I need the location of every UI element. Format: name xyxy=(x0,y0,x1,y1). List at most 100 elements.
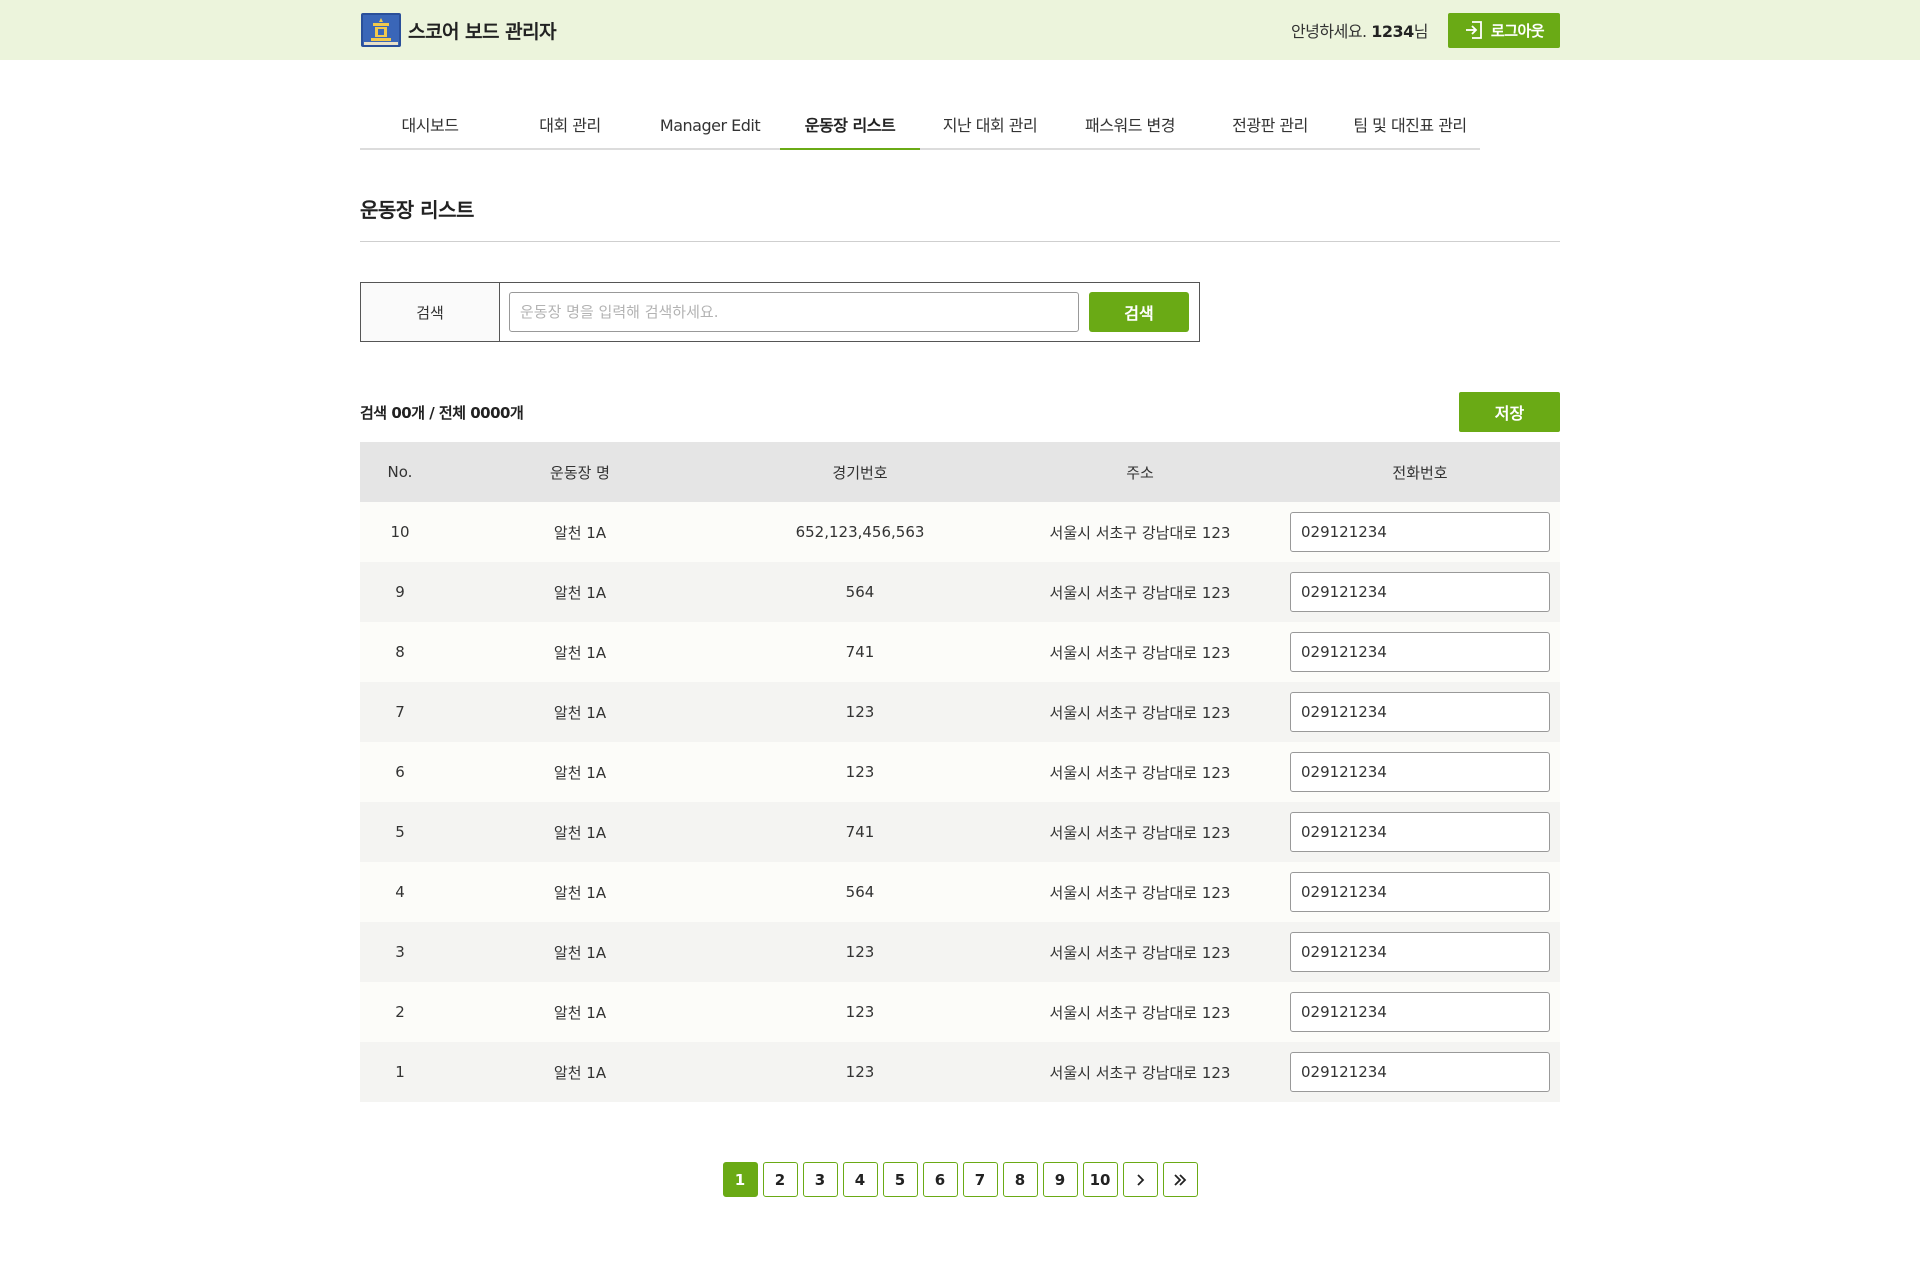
next-page-button[interactable] xyxy=(1122,1162,1158,1197)
cell-phone xyxy=(1280,922,1560,982)
cell-stadium-name: 알천 1A xyxy=(440,622,720,682)
phone-input[interactable] xyxy=(1290,512,1550,552)
cell-game-number: 123 xyxy=(720,1042,1000,1102)
phone-input[interactable] xyxy=(1290,872,1550,912)
table-row: 4 알천 1A 564 서울시 서초구 강남대로 123 xyxy=(360,862,1560,922)
table-row: 7 알천 1A 123 서울시 서초구 강남대로 123 xyxy=(360,682,1560,742)
page-button-4[interactable]: 4 xyxy=(842,1162,878,1197)
phone-input[interactable] xyxy=(1290,692,1550,732)
cell-address: 서울시 서초구 강남대로 123 xyxy=(1000,622,1280,682)
cell-stadium-name: 알천 1A xyxy=(440,682,720,742)
cell-address: 서울시 서초구 강남대로 123 xyxy=(1000,562,1280,622)
phone-input[interactable] xyxy=(1290,992,1550,1032)
cell-game-number: 652,123,456,563 xyxy=(720,502,1000,562)
cell-address: 서울시 서초구 강남대로 123 xyxy=(1000,1042,1280,1102)
cell-stadium-name: 알천 1A xyxy=(440,742,720,802)
chevron-right-icon xyxy=(1133,1173,1147,1187)
brand[interactable]: 스코어 보드 관리자 xyxy=(360,11,557,49)
table-row: 9 알천 1A 564 서울시 서초구 강남대로 123 xyxy=(360,562,1560,622)
tab-stadium-list[interactable]: 운동장 리스트 xyxy=(780,112,920,150)
cell-stadium-name: 알천 1A xyxy=(440,562,720,622)
cell-no: 10 xyxy=(360,502,440,562)
cell-game-number: 123 xyxy=(720,742,1000,802)
cell-address: 서울시 서초구 강남대로 123 xyxy=(1000,682,1280,742)
pagination: 1 2 3 4 5 6 7 8 9 10 xyxy=(360,1162,1560,1197)
page-button-7[interactable]: 7 xyxy=(962,1162,998,1197)
cell-phone xyxy=(1280,742,1560,802)
phone-input[interactable] xyxy=(1290,632,1550,672)
cell-address: 서울시 서초구 강남대로 123 xyxy=(1000,862,1280,922)
page-button-8[interactable]: 8 xyxy=(1002,1162,1038,1197)
cell-phone xyxy=(1280,982,1560,1042)
result-count: 검색 00개 / 전체 0000개 xyxy=(360,403,524,422)
tab-scoreboard-management[interactable]: 전광판 관리 xyxy=(1200,112,1340,148)
cell-no: 6 xyxy=(360,742,440,802)
tab-change-password[interactable]: 패스워드 변경 xyxy=(1060,112,1200,148)
cell-game-number: 741 xyxy=(720,622,1000,682)
cell-stadium-name: 알천 1A xyxy=(440,802,720,862)
greeting-text: 안녕하세요. 1234님 xyxy=(1290,18,1429,42)
page-button-6[interactable]: 6 xyxy=(922,1162,958,1197)
search-input[interactable] xyxy=(509,292,1079,332)
table-header-row: No. 운동장 명 경기번호 주소 전화번호 xyxy=(360,442,1560,502)
table-row: 8 알천 1A 741 서울시 서초구 강남대로 123 xyxy=(360,622,1560,682)
cell-no: 2 xyxy=(360,982,440,1042)
table-row: 3 알천 1A 123 서울시 서초구 강남대로 123 xyxy=(360,922,1560,982)
table-row: 1 알천 1A 123 서울시 서초구 강남대로 123 xyxy=(360,1042,1560,1102)
cell-phone xyxy=(1280,1042,1560,1102)
top-header: 스코어 보드 관리자 안녕하세요. 1234님 로그아웃 xyxy=(0,0,1920,60)
cell-no: 9 xyxy=(360,562,440,622)
cell-game-number: 564 xyxy=(720,862,1000,922)
cell-no: 8 xyxy=(360,622,440,682)
cell-no: 7 xyxy=(360,682,440,742)
cell-game-number: 123 xyxy=(720,682,1000,742)
phone-input[interactable] xyxy=(1290,752,1550,792)
greeting-prefix: 안녕하세요. xyxy=(1290,22,1367,41)
phone-input[interactable] xyxy=(1290,572,1550,612)
page-button-3[interactable]: 3 xyxy=(802,1162,838,1197)
tab-team-bracket-management[interactable]: 팀 및 대진표 관리 xyxy=(1340,112,1480,148)
page-button-10[interactable]: 10 xyxy=(1082,1162,1118,1197)
cell-address: 서울시 서초구 강남대로 123 xyxy=(1000,922,1280,982)
last-page-button[interactable] xyxy=(1162,1162,1198,1197)
page-button-5[interactable]: 5 xyxy=(882,1162,918,1197)
cell-phone xyxy=(1280,502,1560,562)
phone-input[interactable] xyxy=(1290,812,1550,852)
cell-address: 서울시 서초구 강남대로 123 xyxy=(1000,502,1280,562)
page-button-9[interactable]: 9 xyxy=(1042,1162,1078,1197)
table-row: 6 알천 1A 123 서울시 서초구 강남대로 123 xyxy=(360,742,1560,802)
tab-past-tournaments[interactable]: 지난 대회 관리 xyxy=(920,112,1060,148)
column-header-game-number: 경기번호 xyxy=(720,442,1000,502)
search-button[interactable]: 검색 xyxy=(1089,292,1189,332)
cell-game-number: 123 xyxy=(720,922,1000,982)
page-button-1[interactable]: 1 xyxy=(722,1162,758,1197)
cell-address: 서울시 서초구 강남대로 123 xyxy=(1000,742,1280,802)
phone-input[interactable] xyxy=(1290,932,1550,972)
double-chevron-right-icon xyxy=(1172,1173,1188,1187)
phone-input[interactable] xyxy=(1290,1052,1550,1092)
cell-phone xyxy=(1280,682,1560,742)
tab-tournament-management[interactable]: 대회 관리 xyxy=(500,112,640,148)
page-button-2[interactable]: 2 xyxy=(762,1162,798,1197)
save-button[interactable]: 저장 xyxy=(1459,392,1560,432)
cell-no: 4 xyxy=(360,862,440,922)
tab-manager-edit[interactable]: Manager Edit xyxy=(640,112,780,148)
table-row: 10 알천 1A 652,123,456,563 서울시 서초구 강남대로 12… xyxy=(360,502,1560,562)
cell-game-number: 564 xyxy=(720,562,1000,622)
cell-stadium-name: 알천 1A xyxy=(440,502,720,562)
table-row: 5 알천 1A 741 서울시 서초구 강남대로 123 xyxy=(360,802,1560,862)
cell-stadium-name: 알천 1A xyxy=(440,922,720,982)
cell-stadium-name: 알천 1A xyxy=(440,982,720,1042)
cell-game-number: 123 xyxy=(720,982,1000,1042)
greeting-suffix: 님 xyxy=(1413,22,1429,41)
logout-button[interactable]: 로그아웃 xyxy=(1448,12,1560,48)
cell-address: 서울시 서초구 강남대로 123 xyxy=(1000,802,1280,862)
column-header-stadium-name: 운동장 명 xyxy=(440,442,720,502)
tab-dashboard[interactable]: 대시보드 xyxy=(360,112,500,148)
column-header-address: 주소 xyxy=(1000,442,1280,502)
cell-no: 5 xyxy=(360,802,440,862)
cell-no: 3 xyxy=(360,922,440,982)
logout-label: 로그아웃 xyxy=(1490,21,1545,40)
cell-address: 서울시 서초구 강남대로 123 xyxy=(1000,982,1280,1042)
table-row: 2 알천 1A 123 서울시 서초구 강남대로 123 xyxy=(360,982,1560,1042)
